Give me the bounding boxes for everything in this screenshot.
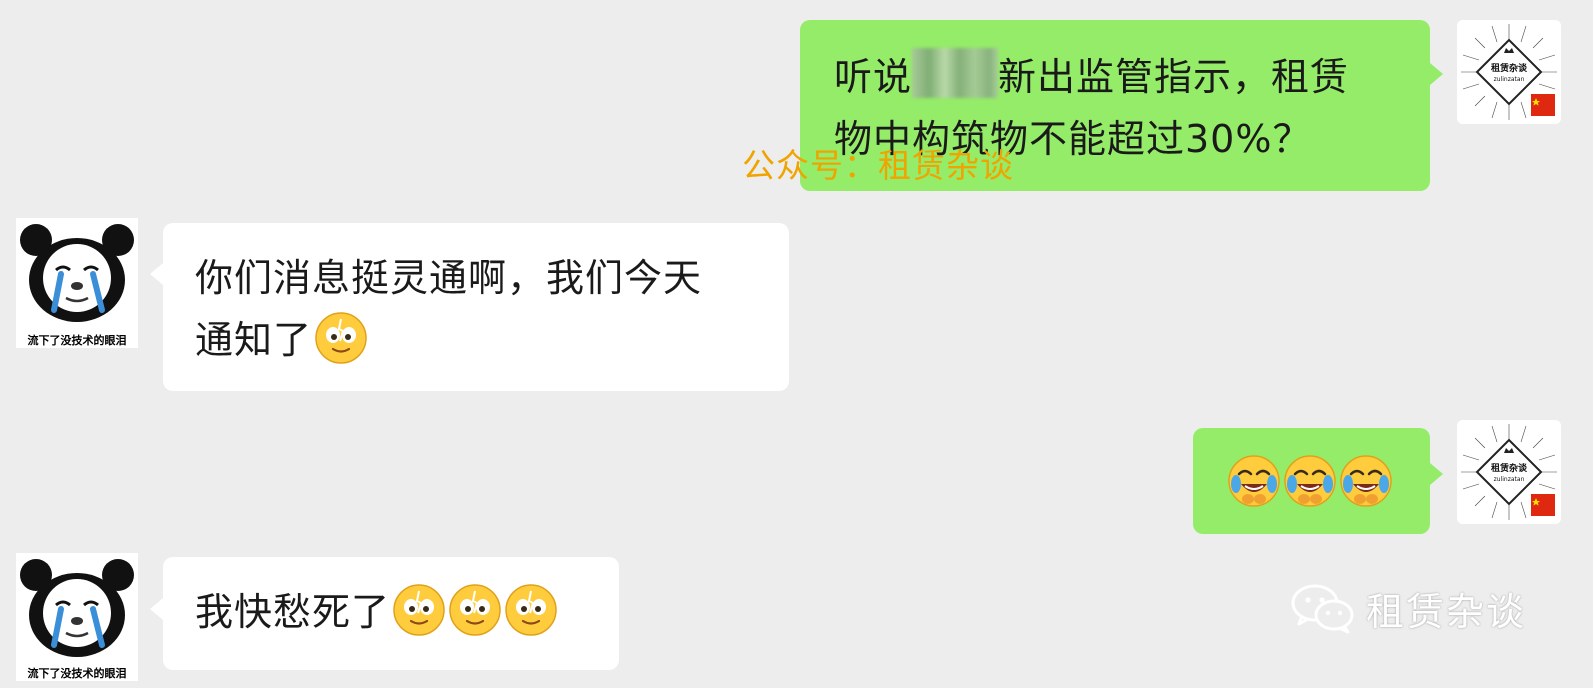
avatar-logo-subtitle: zulinzatan (1493, 476, 1525, 483)
message-line: 我快愁死了 (195, 581, 599, 643)
bubble-tail (150, 263, 163, 285)
crying-smile-emoji-icon (504, 583, 558, 637)
avatar-incoming[interactable]: 流下了没技术的眼泪 (16, 218, 138, 348)
message-line: 你们消息挺灵通啊，我们今天 (195, 256, 703, 300)
crying-smile-emoji-icon (314, 311, 368, 365)
message-bubble-incoming[interactable]: 我快愁死了 (163, 557, 619, 670)
message-text: 新出监管指示，租赁 (998, 55, 1350, 99)
message-row-outgoing-3: 租赁杂谈 zulinzatan (0, 420, 1593, 540)
message-line: 听说 新出监管指示，租赁 (834, 46, 1406, 108)
avatar-logo-subtitle: zulinzatan (1493, 76, 1525, 83)
message-line (1227, 454, 1430, 510)
watermark: 公众号：租赁杂谈 (742, 146, 1014, 185)
laughing-crying-emoji-icon (1227, 454, 1281, 508)
brand-watermark: 租赁杂谈 (1290, 578, 1526, 638)
avatar-outgoing[interactable]: 租赁杂谈 zulinzatan (1457, 420, 1561, 524)
avatar-logo-title: 租赁杂谈 (1490, 464, 1527, 474)
avatar-logo-title: 租赁杂谈 (1490, 64, 1527, 74)
avatar-caption: 流下了没技术的眼泪 (27, 334, 127, 347)
avatar-caption: 流下了没技术的眼泪 (27, 667, 127, 680)
message-text: 我快愁死了 (195, 590, 391, 634)
wechat-icon (1291, 584, 1354, 634)
bubble-tail (150, 598, 163, 620)
message-bubble-outgoing[interactable] (1193, 428, 1430, 534)
laughing-crying-emoji-icon (1339, 454, 1393, 508)
bubble-tail (1430, 463, 1443, 485)
avatar-outgoing[interactable]: 租赁杂谈 zulinzatan (1457, 20, 1561, 124)
crying-panda-icon (16, 553, 138, 663)
crying-panda-icon (16, 218, 138, 328)
crying-smile-emoji-icon (392, 583, 446, 637)
bubble-tail (1430, 63, 1443, 85)
redacted-text-block (912, 48, 999, 98)
message-text: 听说 (834, 55, 913, 99)
message-line: 通知了 (195, 309, 763, 371)
message-text: 通知了 (195, 318, 313, 362)
message-bubble-incoming[interactable]: 你们消息挺灵通啊，我们今天 通知了 (163, 223, 789, 391)
laughing-crying-emoji-icon (1283, 454, 1337, 508)
brand-label: 租赁杂谈 (1366, 589, 1527, 634)
crying-smile-emoji-icon (448, 583, 502, 637)
message-row-incoming-2: 流下了没技术的眼泪 你们消息挺灵通啊，我们今天 通知了 (0, 210, 1593, 400)
avatar-incoming[interactable]: 流下了没技术的眼泪 (16, 553, 138, 681)
